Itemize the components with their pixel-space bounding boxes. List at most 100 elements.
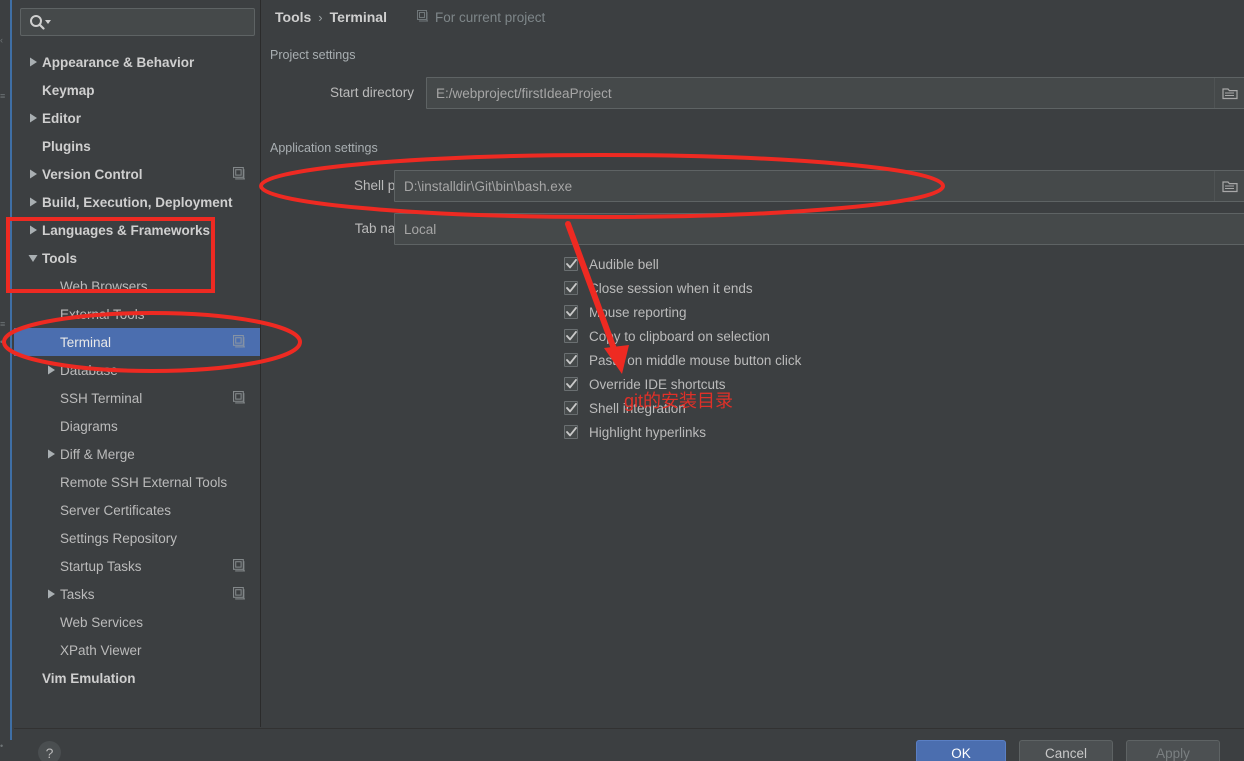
checkbox-label: Mouse reporting	[589, 304, 687, 320]
checkbox-row[interactable]: Override IDE shortcuts	[564, 372, 801, 396]
section-divider-project	[270, 55, 1236, 56]
terminal-options-list: Audible bell Close session when it ends Mo…	[564, 252, 801, 444]
sidebar-item-vim-emulation[interactable]: Vim Emulation	[14, 664, 260, 692]
project-scope-icon	[233, 559, 246, 572]
cancel-button[interactable]: Cancel	[1019, 740, 1113, 761]
ide-ghost-icon-3: ≡	[0, 319, 6, 329]
sidebar-item-diff-merge[interactable]: Diff & Merge	[14, 440, 260, 468]
sidebar-item-startup-tasks[interactable]: Startup Tasks	[14, 552, 260, 580]
sidebar-item-label: Web Browsers	[60, 278, 148, 294]
search-input[interactable]	[57, 9, 253, 37]
start-directory-input[interactable]	[427, 78, 1214, 108]
ok-button[interactable]: OK	[916, 740, 1006, 761]
shell-path-field[interactable]	[394, 170, 1244, 202]
help-button[interactable]: ?	[38, 741, 61, 761]
sidebar-item-xpath-viewer[interactable]: XPath Viewer	[14, 636, 260, 664]
search-box[interactable]	[20, 8, 255, 37]
checkbox-row[interactable]: Paste on middle mouse button click	[564, 348, 801, 372]
sidebar-item-label: Terminal	[60, 334, 112, 350]
sidebar-item-ssh-terminal[interactable]: SSH Terminal	[14, 384, 260, 412]
chevron-right-icon	[42, 440, 60, 468]
sidebar-item-external-tools[interactable]: External Tools	[14, 300, 260, 328]
sidebar-item-server-certificates[interactable]: Server Certificates	[14, 496, 260, 524]
settings-dialog-window: ‹ ≡ ≡ • • Appearance & Behavior Keymap Edi…	[0, 0, 1244, 761]
sidebar-item-label: Tasks	[60, 586, 95, 602]
sidebar-item-label: Tools	[42, 250, 77, 266]
sidebar-item-remote-ssh-external-tools[interactable]: Remote SSH External Tools	[14, 468, 260, 496]
sidebar-item-database[interactable]: Database	[14, 356, 260, 384]
sidebar-item-keymap[interactable]: Keymap	[14, 76, 260, 104]
checkbox-row[interactable]: Highlight hyperlinks	[564, 420, 801, 444]
sidebar-item-tasks[interactable]: Tasks	[14, 580, 260, 608]
dialog-footer: ? OK Cancel Apply	[14, 728, 1244, 761]
sidebar-item-terminal[interactable]: Terminal	[14, 328, 260, 356]
start-directory-field[interactable]	[426, 77, 1244, 109]
tab-name-field[interactable]	[394, 213, 1244, 245]
breadcrumb-parent[interactable]: Tools	[275, 9, 311, 25]
settings-tree[interactable]: Appearance & Behavior Keymap Editor Plugins…	[14, 48, 260, 727]
project-scope-icon	[416, 9, 429, 25]
checkbox-audible-bell[interactable]	[564, 257, 578, 271]
sidebar-item-label: Vim Emulation	[42, 670, 136, 686]
chevron-right-icon	[42, 356, 60, 384]
sidebar-item-label: Database	[60, 362, 118, 378]
sidebar-item-label: External Tools	[60, 306, 145, 322]
checkbox-mouse-reporting[interactable]	[564, 305, 578, 319]
apply-button[interactable]: Apply	[1126, 740, 1220, 761]
sidebar-item-label: Editor	[42, 110, 81, 126]
sidebar-item-label: Languages & Frameworks	[42, 222, 211, 238]
sidebar-item-label: XPath Viewer	[60, 642, 142, 658]
sidebar-item-appearance-behavior[interactable]: Appearance & Behavior	[14, 48, 260, 76]
checkbox-row[interactable]: Close session when it ends	[564, 276, 801, 300]
checkbox-close-session-when-it-ends[interactable]	[564, 281, 578, 295]
breadcrumb-separator: ›	[318, 9, 323, 25]
checkbox-shell-integration[interactable]	[564, 401, 578, 415]
checkbox-paste-on-middle-mouse-button-click[interactable]	[564, 353, 578, 367]
project-scope-icon	[233, 335, 246, 348]
chevron-right-icon	[42, 580, 60, 608]
scope-indicator: For current project	[416, 9, 546, 25]
sidebar-item-web-browsers[interactable]: Web Browsers	[14, 272, 260, 300]
start-directory-browse-icon[interactable]	[1214, 78, 1244, 108]
ide-ghost-icon-2: ≡	[0, 91, 6, 101]
sidebar-item-settings-repository[interactable]: Settings Repository	[14, 524, 260, 552]
search-icon	[29, 14, 59, 32]
checkbox-row[interactable]: Audible bell	[564, 252, 801, 276]
scope-label: For current project	[434, 9, 546, 25]
sidebar-item-languages-frameworks[interactable]: Languages & Frameworks	[14, 216, 260, 244]
tab-name-input[interactable]	[395, 214, 1244, 244]
sidebar-item-label: Build, Execution, Deployment	[42, 194, 233, 210]
sidebar-item-plugins[interactable]: Plugins	[14, 132, 260, 160]
sidebar-item-web-services[interactable]: Web Services	[14, 608, 260, 636]
chevron-right-icon	[24, 188, 42, 216]
sidebar-item-build-execution-deployment[interactable]: Build, Execution, Deployment	[14, 188, 260, 216]
sidebar-item-label: Startup Tasks	[60, 558, 142, 574]
checkbox-row[interactable]: Copy to clipboard on selection	[564, 324, 801, 348]
sidebar-item-editor[interactable]: Editor	[14, 104, 260, 132]
checkbox-override-ide-shortcuts[interactable]	[564, 377, 578, 391]
project-scope-icon	[233, 391, 246, 404]
sidebar-item-version-control[interactable]: Version Control	[14, 160, 260, 188]
checkbox-label: Override IDE shortcuts	[589, 376, 726, 392]
checkbox-highlight-hyperlinks[interactable]	[564, 425, 578, 439]
settings-dialog: Appearance & Behavior Keymap Editor Plugins…	[14, 0, 1244, 761]
checkbox-label: Highlight hyperlinks	[589, 424, 707, 440]
shell-path-input[interactable]	[395, 171, 1214, 201]
checkbox-copy-to-clipboard-on-selection[interactable]	[564, 329, 578, 343]
shell-path-browse-icon[interactable]	[1214, 171, 1244, 201]
sidebar-item-tools[interactable]: Tools	[14, 244, 260, 272]
sidebar-item-diagrams[interactable]: Diagrams	[14, 412, 260, 440]
breadcrumb-current: Terminal	[329, 9, 387, 25]
sidebar-item-label: Diagrams	[60, 418, 118, 434]
checkbox-row[interactable]: Mouse reporting	[564, 300, 801, 324]
checkbox-row[interactable]: Shell integration	[564, 396, 801, 420]
